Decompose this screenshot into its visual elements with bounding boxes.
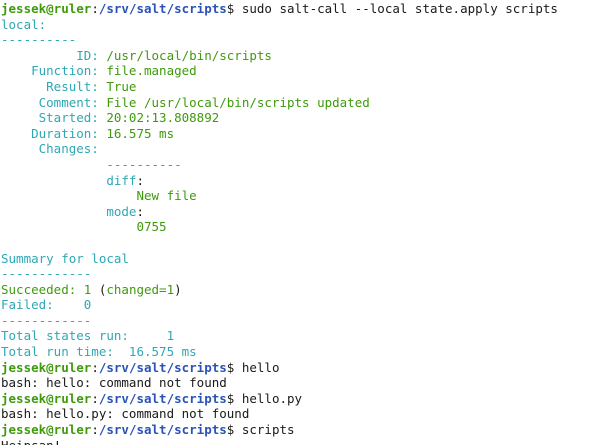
changes-mode-key: mode: [1, 204, 601, 220]
summary-succeeded: Succeeded: 1 (changed=1) [1, 282, 601, 298]
plain-text: $ [226, 422, 242, 438]
command-text: scripts [241, 422, 295, 438]
state-changes: Changes: [1, 141, 601, 157]
summary-total-states: Total states run: 1 [1, 328, 601, 344]
changes-diff-value: New file [1, 188, 601, 204]
command-text: sudo salt-call --local state.apply scrip… [241, 1, 558, 16]
program-output: Heipsan! [1, 438, 601, 445]
prompt-line: jessek@ruler:/srv/salt/scripts$ scripts [1, 422, 601, 438]
prompt-line: jessek@ruler:/srv/salt/scripts$ hello.py [1, 391, 601, 407]
plain-text: : [91, 1, 99, 16]
state-comment: Comment: File /usr/local/bin/scripts upd… [1, 95, 601, 111]
output-text: Failed: 0 [1, 297, 92, 313]
plain-text: : [91, 390, 99, 406]
plain-text: $ [226, 1, 242, 16]
summary-header: Summary for local [1, 251, 601, 267]
plain-text: $ [226, 390, 242, 406]
output-text: ------------ [1, 266, 92, 282]
prompt-user: jessek@ruler [1, 1, 92, 16]
output-value: 0755 [1, 219, 167, 235]
prompt-user: jessek@ruler [1, 422, 92, 438]
output-text: mode [1, 203, 137, 219]
separator: ---------- [1, 32, 601, 48]
state-duration: Duration: 16.575 ms [1, 126, 601, 142]
terminal-window[interactable]: jessek@ruler:/srv/salt/scripts$ sudo sal… [0, 0, 601, 445]
output-text: Duration: [1, 125, 107, 141]
output-text: Summary for local [1, 250, 129, 266]
prompt-path: /srv/salt/scripts [98, 422, 227, 438]
summary-total-time: Total run time: 16.575 ms [1, 344, 601, 360]
plain-text: ) [174, 281, 182, 297]
prompt-path: /srv/salt/scripts [98, 390, 227, 406]
error-output: bash: hello.py: command not found [1, 406, 601, 422]
output-text: local: [1, 16, 47, 32]
prompt-path: /srv/salt/scripts [98, 1, 227, 16]
error-output: bash: hello: command not found [1, 375, 601, 391]
output-text: Total states run: 1 [1, 328, 175, 344]
output-value: changed=1 [106, 281, 175, 297]
changes-separator: ---------- [1, 157, 601, 173]
plain-text: : [136, 203, 144, 219]
plain-text: : [136, 172, 144, 188]
output-value: File /usr/local/bin/scripts updated [106, 94, 370, 110]
state-id: ID: /usr/local/bin/scripts [1, 48, 601, 64]
summary-separator: ------------ [1, 266, 601, 282]
changes-mode-value: 0755 [1, 219, 601, 235]
state-function: Function: file.managed [1, 63, 601, 79]
plain-text: $ [226, 359, 242, 375]
output-text: Comment: [1, 94, 107, 110]
output-text: Function: [1, 63, 107, 79]
output-text: diff [1, 172, 137, 188]
output-value: New file [1, 188, 197, 204]
prompt-line: jessek@ruler:/srv/salt/scripts$ sudo sal… [1, 1, 601, 17]
prompt-line: jessek@ruler:/srv/salt/scripts$ hello [1, 360, 601, 376]
output-value: /usr/local/bin/scripts [106, 47, 272, 63]
output-text: ID: [1, 47, 107, 63]
plain-text: : [91, 359, 99, 375]
plain-text: Heipsan! [1, 438, 61, 445]
changes-diff-key: diff: [1, 173, 601, 189]
minion-header: local: [1, 17, 601, 33]
prompt-user: jessek@ruler [1, 390, 92, 406]
output-text: Total run time: 16.575 ms [1, 344, 197, 360]
output-text: ---------- [1, 32, 77, 48]
state-result: Result: True [1, 79, 601, 95]
output-value: file.managed [106, 63, 197, 79]
plain-text: : [91, 422, 99, 438]
output-value: 16.575 ms [106, 125, 175, 141]
output-text: Result: [1, 78, 107, 94]
state-started: Started: 20:02:13.808892 [1, 110, 601, 126]
plain-text: bash: hello: command not found [1, 375, 227, 391]
command-text: hello [241, 359, 280, 375]
command-text: hello.py [241, 390, 303, 406]
output-text: ---------- [1, 156, 182, 172]
output-text: Started: [1, 110, 107, 126]
output-value: Succeeded: 1 [1, 281, 99, 297]
plain-text: bash: hello.py: command not found [1, 406, 250, 422]
summary-failed: Failed: 0 [1, 297, 601, 313]
output-value: 20:02:13.808892 [106, 110, 220, 126]
prompt-path: /srv/salt/scripts [98, 359, 227, 375]
summary-separator: ------------ [1, 313, 601, 329]
output-text: Changes: [1, 141, 99, 157]
prompt-user: jessek@ruler [1, 359, 92, 375]
output-text: ------------ [1, 312, 92, 328]
output-value: True [106, 78, 137, 94]
